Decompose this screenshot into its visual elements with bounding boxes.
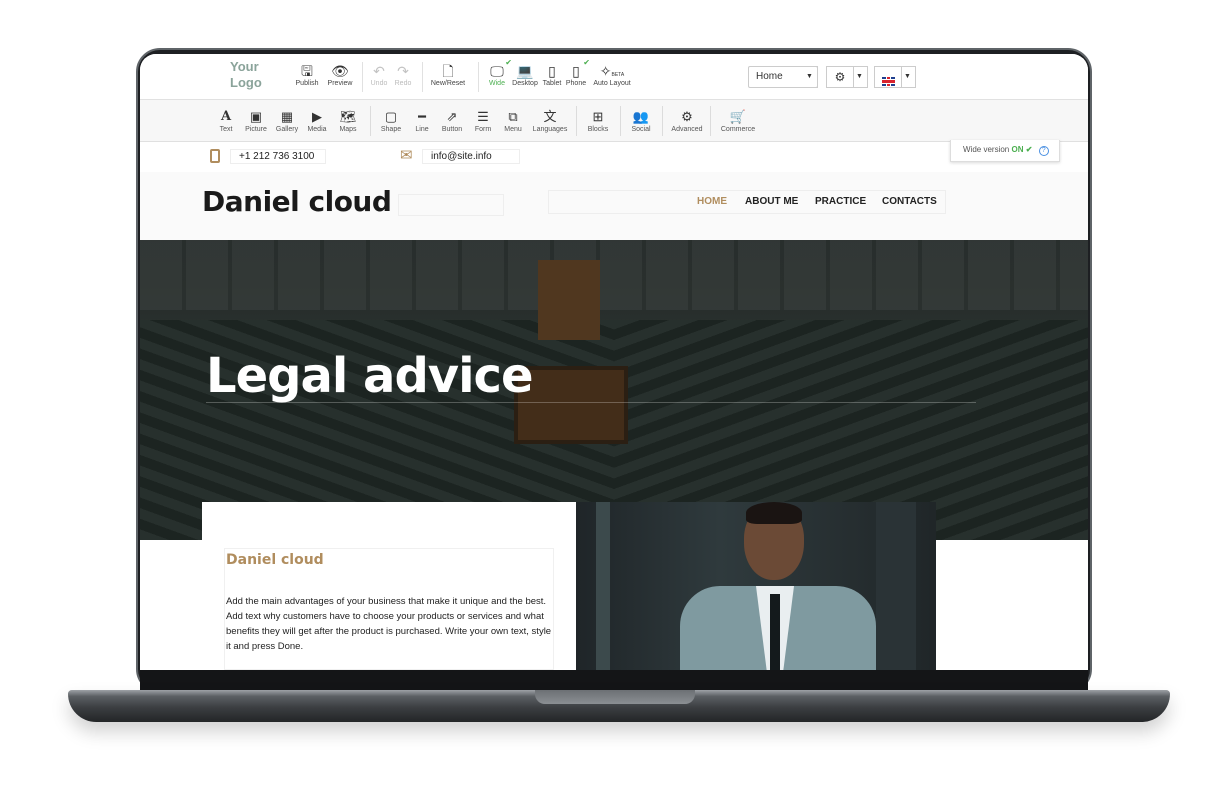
divider [576,106,577,136]
divider [662,106,663,136]
auto-layout-button[interactable]: ✧BETA Auto Layout [590,62,634,87]
screen: Your Logo 🖫 Publish 👁 Preview ↶ Undo ↷ R… [140,54,1088,670]
blocks-tool[interactable]: ⊞ Blocks [584,108,612,133]
laptop-notch [535,690,695,704]
card-title[interactable]: Daniel cloud [226,552,324,568]
email-address[interactable]: info@site.info [422,149,520,164]
undo-button[interactable]: ↶ Undo [368,62,390,87]
settings-button[interactable]: ⚙ [826,66,854,88]
wide-view-button[interactable]: 🖵 Wide ✔ [484,58,512,87]
nav-home[interactable]: HOME [697,196,727,207]
hero-section: Legal advice [140,240,1088,540]
form-tool[interactable]: ☰ Form [470,108,496,133]
hero-title[interactable]: Legal advice [206,348,534,404]
laptop-icon: 💻 [516,63,534,79]
gear-icon: ⚙ [834,70,846,84]
gallery-tool[interactable]: ▦ Gallery [272,108,302,133]
language-button[interactable] [874,66,902,88]
picture-tool[interactable]: ▣ Picture [240,108,272,133]
preview-button[interactable]: 👁 Preview [324,62,356,87]
redo-icon: ↷ [397,63,409,79]
redo-button[interactable]: ↷ Redo [392,62,414,87]
language-caret[interactable]: ▼ [900,66,916,88]
divider [422,62,423,92]
maps-tool[interactable]: 🗺 Maps [334,108,362,133]
shape-tool[interactable]: ▢ Shape [378,108,404,133]
card-text[interactable]: Add the main advantages of your business… [226,594,556,654]
cart-icon: 🛒 [729,109,747,124]
portrait-photo[interactable] [576,502,936,670]
mail-icon: ✉ [400,147,413,164]
divider [370,106,371,136]
text-icon: A [220,109,232,124]
about-card: Daniel cloud Add the main advantages of … [202,502,576,670]
editor-logo[interactable]: Your Logo [230,59,290,91]
publish-button[interactable]: 🖫 Publish [292,62,322,87]
site-header: Daniel cloud HOME ABOUT ME PRACTICE CONT… [140,172,1088,240]
contact-bar: +1 212 736 3100 ✉ info@site.info Wide ve… [140,140,1088,172]
hero-divider [206,402,976,403]
blocks-icon: ⊞ [592,109,604,124]
check-icon: ✔ [1025,145,1033,154]
advanced-icon: ⚙ [681,109,693,124]
phone-icon [210,149,220,163]
social-tool[interactable]: 👥 Social [628,108,654,133]
line-icon: ━ [418,109,426,124]
divider [362,62,363,92]
menu-icon: ⧉ [508,109,518,124]
magic-wand-icon: ✧BETA [599,63,625,79]
site-canvas: +1 212 736 3100 ✉ info@site.info Wide ve… [140,140,1088,670]
divider [478,62,479,92]
check-icon: ✔ [583,58,590,67]
site-nav: HOME ABOUT ME PRACTICE CONTACTS [548,190,946,214]
media-tool[interactable]: ▶ Media [304,108,330,133]
gallery-icon: ▦ [280,109,294,124]
divider [620,106,621,136]
wide-version-badge[interactable]: Wide version ON ✔ ? [950,140,1060,162]
phone-view-button[interactable]: ▯ Phone ✔ [564,58,590,87]
divider [710,106,711,136]
menu-tool[interactable]: ⧉ Menu [500,108,526,133]
languages-tool[interactable]: 文 Languages [530,108,570,133]
page-select-caret[interactable]: ▼ [802,66,818,88]
new-reset-button[interactable]: 🗋 New/Reset [428,62,468,87]
eye-icon: 👁 [331,63,349,79]
screen-bezel [140,670,1088,690]
uk-flag-icon [881,77,895,86]
editor-topbar: Your Logo 🖫 Publish 👁 Preview ↶ Undo ↷ R… [140,54,1088,100]
desktop-view-button[interactable]: 💻 Desktop [510,62,540,87]
form-icon: ☰ [477,109,489,124]
languages-icon: 文 [543,109,557,124]
nav-about-me[interactable]: ABOUT ME [745,196,798,207]
tablet-view-button[interactable]: ▯ Tablet [540,62,564,87]
button-icon: ⇗ [446,109,458,124]
settings-caret[interactable]: ▼ [852,66,868,88]
help-icon[interactable]: ? [1038,146,1049,156]
brand-placeholder-box [398,194,504,216]
advanced-tool[interactable]: ⚙ Advanced [670,108,704,133]
file-icon: 🗋 [442,63,454,79]
commerce-tool[interactable]: 🛒 Commerce [718,108,758,133]
tablet-icon: ▯ [548,63,556,79]
line-tool[interactable]: ━ Line [410,108,434,133]
phone-number[interactable]: +1 212 736 3100 [230,149,326,164]
map-icon: 🗺 [339,109,357,124]
nav-contacts[interactable]: CONTACTS [882,196,937,207]
element-toolbar: A Text ▣ Picture ▦ Gallery ▶ Media 🗺 Map… [140,100,1088,142]
picture-icon: ▣ [249,109,263,124]
undo-icon: ↶ [373,63,385,79]
shape-icon: ▢ [384,109,398,124]
text-tool[interactable]: A Text [214,108,238,133]
save-icon: 🖫 [301,63,313,79]
nav-practice[interactable]: PRACTICE [815,196,866,207]
social-icon: 👥 [632,109,650,124]
media-icon: ▶ [312,109,322,124]
button-tool[interactable]: ⇗ Button [438,108,466,133]
